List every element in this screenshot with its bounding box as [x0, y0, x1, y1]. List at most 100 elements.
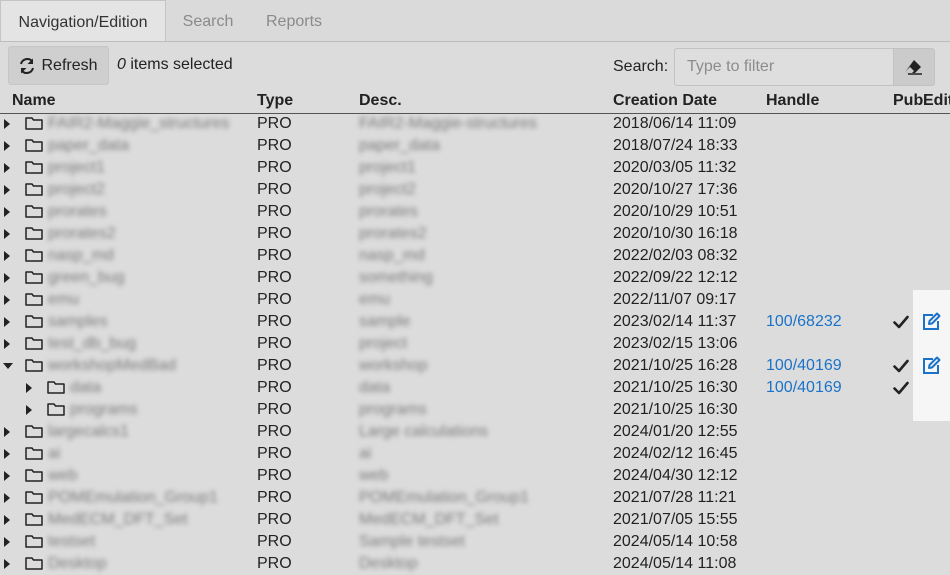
- row-type: PRO: [257, 247, 292, 264]
- row-creation-date: 2023/02/14 11:37: [613, 313, 737, 330]
- tab-search[interactable]: Search: [167, 0, 249, 41]
- table-row[interactable]: green_bug PRO something 2022/09/22 12:12: [0, 267, 950, 289]
- row-creation-date: 2021/10/25 16:30: [613, 401, 738, 418]
- row-name[interactable]: data: [70, 379, 101, 397]
- row-name[interactable]: largecalcs1: [48, 423, 129, 441]
- row-name[interactable]: testset: [48, 533, 95, 551]
- column-handle[interactable]: Handle: [766, 92, 819, 110]
- expand-caret-icon[interactable]: [4, 559, 10, 569]
- row-creation-date: 2024/04/30 12:12: [613, 467, 738, 484]
- row-name[interactable]: samples: [48, 313, 108, 331]
- column-desc[interactable]: Desc.: [359, 92, 402, 110]
- row-name[interactable]: workshopMedBad: [48, 357, 176, 375]
- row-name[interactable]: prorates2: [48, 225, 116, 243]
- table-row[interactable]: Desktop PRO Desktop 2024/05/14 11:08: [0, 553, 950, 575]
- row-name[interactable]: project1: [48, 159, 105, 177]
- collapse-caret-icon[interactable]: [3, 363, 13, 369]
- table-row[interactable]: data PRO data 2021/10/25 16:30 100/40169: [0, 377, 950, 399]
- table-row[interactable]: prorates2 PRO prorates2 2020/10/30 16:18: [0, 223, 950, 245]
- row-type: PRO: [257, 423, 292, 440]
- row-handle-link[interactable]: 100/40169: [766, 379, 842, 397]
- expand-caret-icon[interactable]: [26, 383, 32, 393]
- row-name[interactable]: ai: [48, 445, 60, 463]
- table-row[interactable]: web PRO web 2024/04/30 12:12: [0, 465, 950, 487]
- clear-search-button[interactable]: [893, 48, 935, 86]
- expand-caret-icon[interactable]: [4, 185, 10, 195]
- expand-caret-icon[interactable]: [26, 405, 32, 415]
- table-row[interactable]: project2 PRO project2 2020/10/27 17:36: [0, 179, 950, 201]
- table-row[interactable]: workshopMedBad PRO workshop 2021/10/25 16:2…: [0, 355, 950, 377]
- table-row[interactable]: MedECM_DFT_Set PRO MedECM_DFT_Set 2021/07/0…: [0, 509, 950, 531]
- row-name[interactable]: emu: [48, 291, 79, 309]
- column-edit[interactable]: Edit: [923, 92, 950, 110]
- row-name[interactable]: FAIR2-Maggie_structures: [48, 115, 229, 133]
- table-row[interactable]: samples PRO sample 2023/02/14 11:37 100/6823…: [0, 311, 950, 333]
- row-name[interactable]: prorates: [48, 203, 107, 221]
- row-name[interactable]: web: [48, 467, 77, 485]
- row-handle-link[interactable]: 100/68232: [766, 313, 842, 331]
- row-handle-link[interactable]: 100/40169: [766, 357, 842, 375]
- tab-reports[interactable]: Reports: [249, 0, 339, 41]
- refresh-button[interactable]: Refresh: [8, 46, 109, 85]
- expand-caret-icon[interactable]: [4, 471, 10, 481]
- expand-caret-icon[interactable]: [4, 295, 10, 305]
- table-row[interactable]: ai PRO ai 2024/02/12 16:45: [0, 443, 950, 465]
- row-type: PRO: [257, 159, 292, 176]
- row-creation-date: 2022/02/03 08:32: [613, 247, 738, 264]
- folder-icon: [25, 512, 43, 526]
- expand-caret-icon[interactable]: [4, 515, 10, 525]
- row-name[interactable]: project2: [48, 181, 105, 199]
- table-row[interactable]: largecalcs1 PRO Large calculations 2024/01/…: [0, 421, 950, 443]
- row-name[interactable]: nasp_md: [48, 247, 114, 265]
- row-desc: programs: [359, 401, 427, 418]
- column-type[interactable]: Type: [257, 92, 293, 110]
- row-name[interactable]: POMEmulation_Group1: [48, 489, 218, 507]
- row-name[interactable]: paper_data: [48, 137, 129, 155]
- row-name[interactable]: Desktop: [48, 555, 107, 573]
- column-name[interactable]: Name: [12, 92, 56, 110]
- expand-caret-icon[interactable]: [4, 493, 10, 503]
- expand-caret-icon[interactable]: [4, 273, 10, 283]
- column-pub[interactable]: Pub: [893, 92, 923, 110]
- expand-caret-icon[interactable]: [4, 427, 10, 437]
- folder-icon: [47, 380, 65, 394]
- row-name[interactable]: test_db_bug: [48, 335, 136, 353]
- expand-caret-icon[interactable]: [4, 229, 10, 239]
- table-row[interactable]: test_db_bug PRO project 2023/02/15 13:06: [0, 333, 950, 355]
- row-creation-date: 2024/05/14 10:58: [613, 533, 738, 550]
- expand-caret-icon[interactable]: [4, 163, 10, 173]
- edit-icon[interactable]: [921, 312, 941, 332]
- table-row[interactable]: nasp_md PRO nasp_md 2022/02/03 08:32: [0, 245, 950, 267]
- table-row[interactable]: programs PRO programs 2021/10/25 16:30: [0, 399, 950, 421]
- selection-count-suffix: items selected: [125, 56, 233, 73]
- expand-caret-icon[interactable]: [4, 537, 10, 547]
- row-name[interactable]: programs: [70, 401, 138, 419]
- table-row[interactable]: paper_data PRO paper_data 2018/07/24 18:33: [0, 135, 950, 157]
- expand-caret-icon[interactable]: [4, 251, 10, 261]
- row-name[interactable]: MedECM_DFT_Set: [48, 511, 188, 529]
- row-type: PRO: [257, 489, 292, 506]
- table-row[interactable]: project1 PRO project1 2020/03/05 11:32: [0, 157, 950, 179]
- expand-caret-icon[interactable]: [4, 207, 10, 217]
- table-row[interactable]: FAIR2-Maggie_structures PRO FAIR2-Maggie-s…: [0, 113, 950, 135]
- expand-caret-icon[interactable]: [4, 141, 10, 151]
- expand-caret-icon[interactable]: [4, 339, 10, 349]
- table-row[interactable]: testset PRO Sample testset 2024/05/14 10:58: [0, 531, 950, 553]
- column-creation-date[interactable]: Creation Date: [613, 92, 717, 110]
- table-row[interactable]: emu PRO emu 2022/11/07 09:17: [0, 289, 950, 311]
- row-desc: prorates2: [359, 225, 427, 242]
- row-name[interactable]: green_bug: [48, 269, 125, 287]
- folder-icon: [25, 248, 43, 262]
- search-input[interactable]: [674, 48, 894, 86]
- edit-icon[interactable]: [921, 356, 941, 376]
- expand-caret-icon[interactable]: [4, 449, 10, 459]
- table-row[interactable]: prorates PRO prorates 2020/10/29 10:51: [0, 201, 950, 223]
- check-icon: [893, 315, 909, 329]
- table-row[interactable]: POMEmulation_Group1 PRO POMEmulation_Group…: [0, 487, 950, 509]
- row-desc: web: [359, 467, 389, 484]
- tab-navigation-edition[interactable]: Navigation/Edition: [0, 0, 166, 41]
- row-creation-date: 2023/02/15 13:06: [613, 335, 738, 352]
- expand-caret-icon[interactable]: [4, 119, 10, 129]
- row-creation-date: 2022/11/07 09:17: [613, 291, 737, 308]
- expand-caret-icon[interactable]: [4, 317, 10, 327]
